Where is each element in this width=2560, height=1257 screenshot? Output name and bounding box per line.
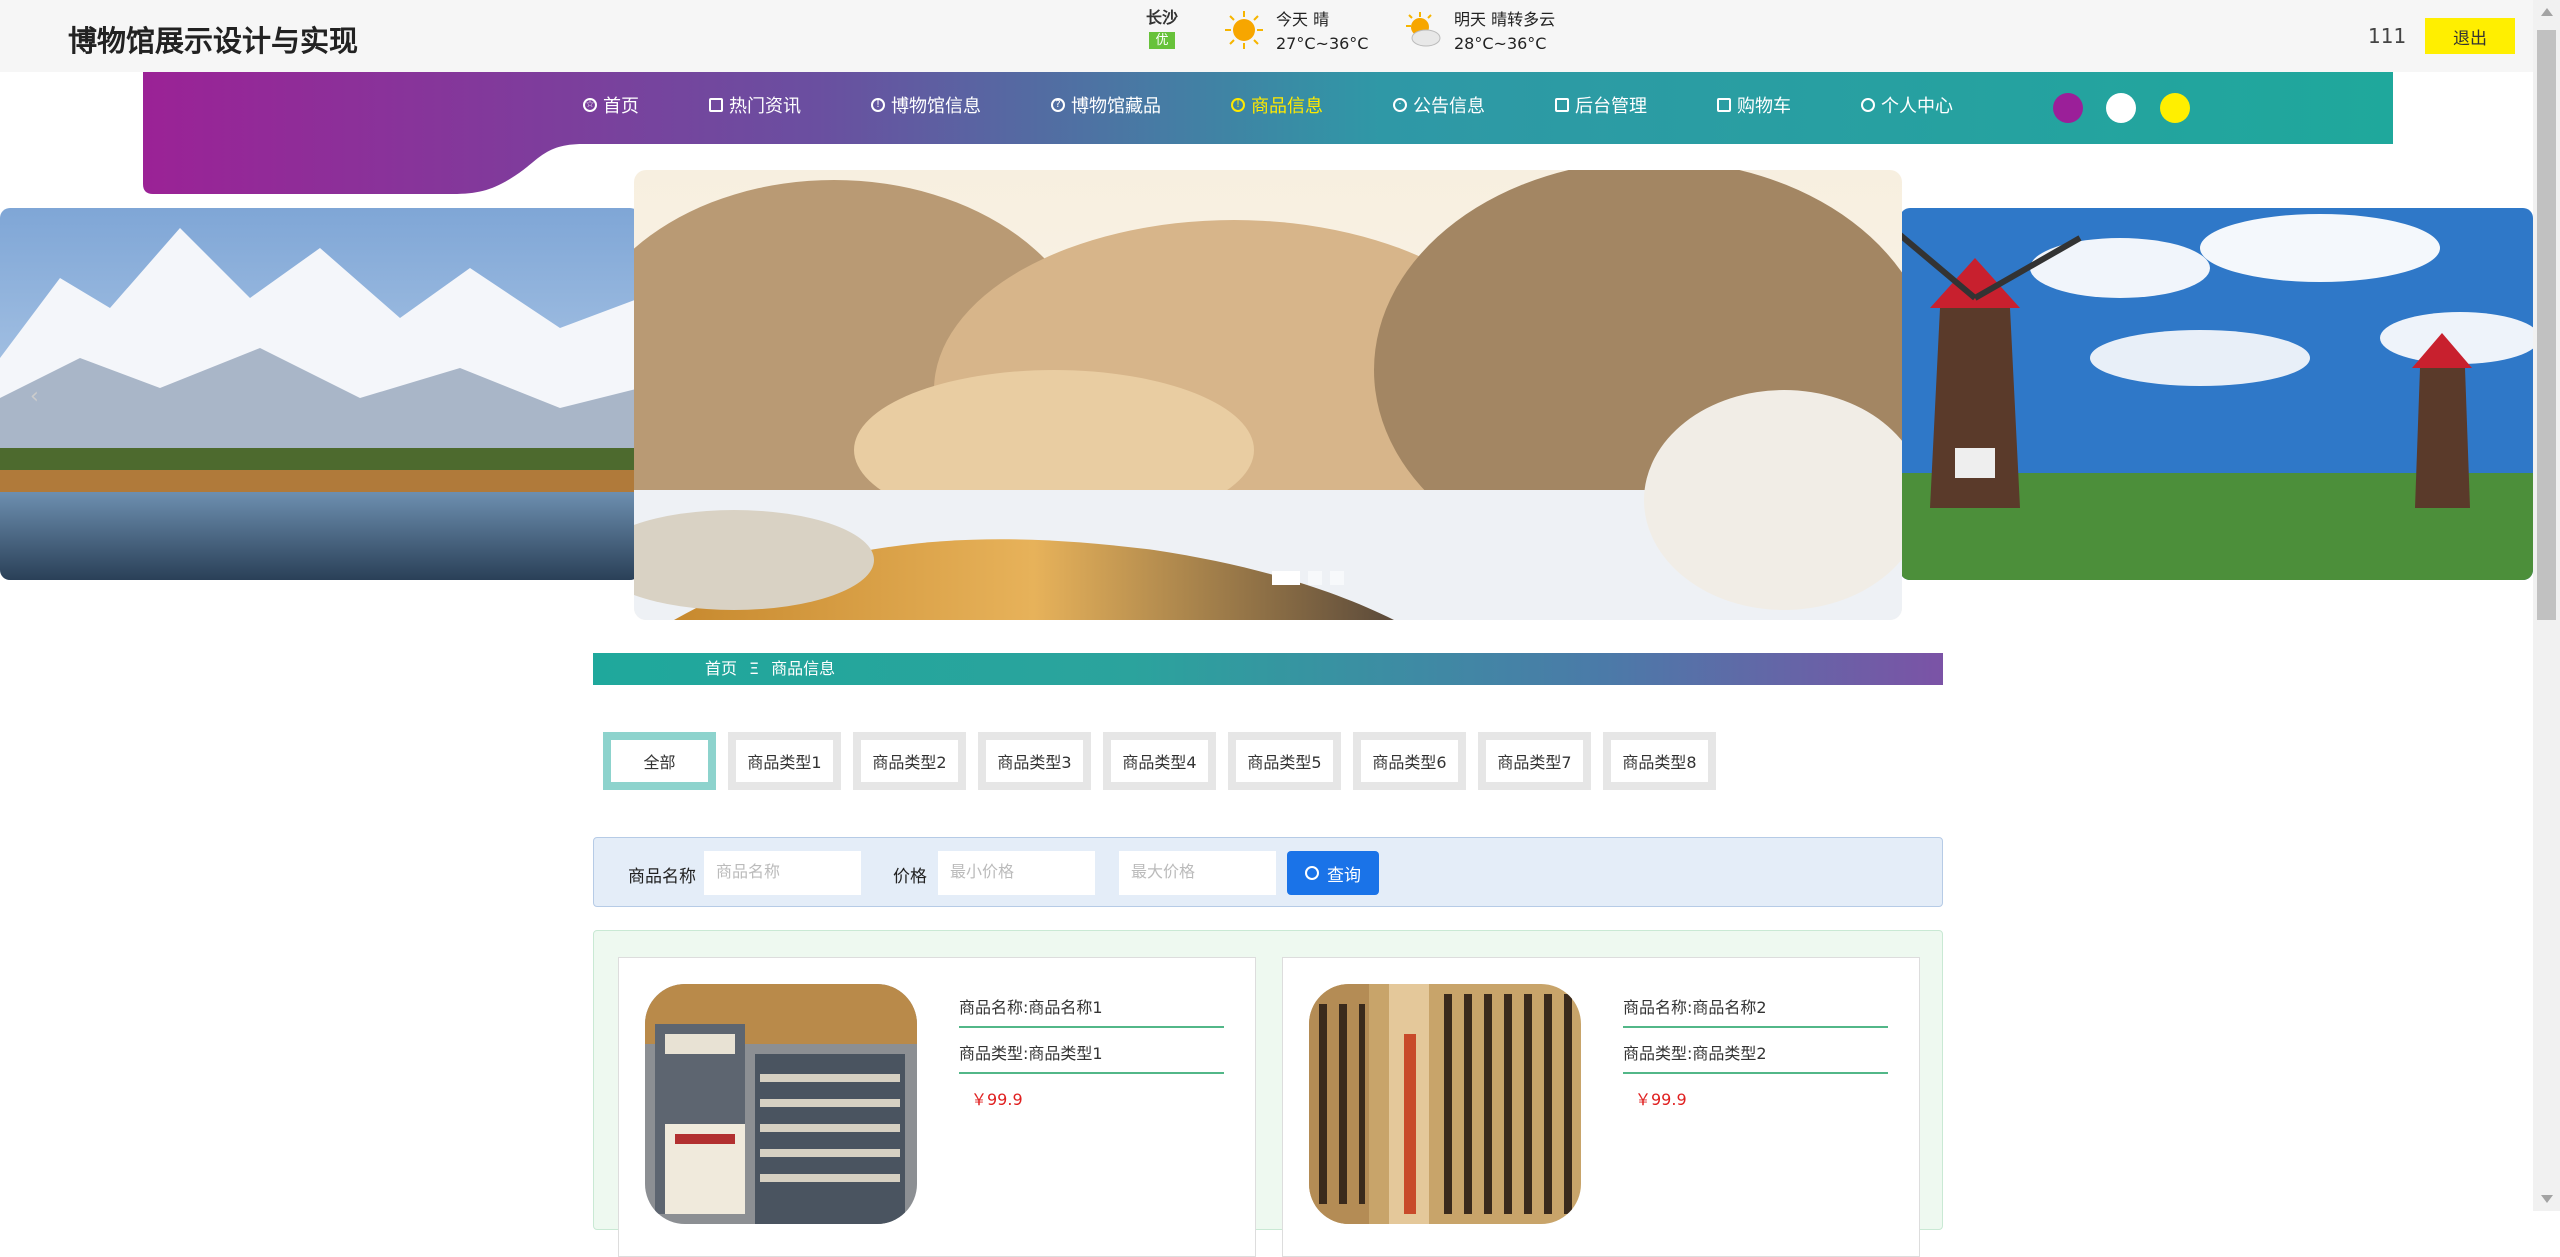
product-name-input[interactable]: [704, 851, 861, 895]
category-type-4[interactable]: 商品类型4: [1103, 732, 1216, 790]
product-image[interactable]: [1309, 984, 1581, 1224]
carousel-dot-3[interactable]: [1330, 571, 1344, 585]
product-name: 商品名称:商品名称1: [959, 994, 1224, 1028]
search-panel: 商品名称 价格 查询: [593, 837, 1943, 907]
price-label: 价格: [893, 867, 927, 887]
carousel-prev-arrow[interactable]: ‹: [30, 384, 39, 409]
nav-items: ☆ 首页 热门资讯 ! 博物馆信息 ? 博物馆藏品 ! 商品信息 · 公告信息 后台管理 …: [583, 92, 2023, 118]
min-price-input[interactable]: [938, 851, 1095, 895]
weather-tomorrow: 明天 晴转多云 28°C~36°C: [1402, 6, 1602, 56]
gift-icon: [1555, 98, 1569, 112]
nav-item-announcements[interactable]: · 公告信息: [1393, 92, 1485, 118]
product-price: ￥99.9: [1635, 1090, 1687, 1109]
carousel-slide-next[interactable]: [1900, 208, 2533, 580]
category-type-3[interactable]: 商品类型3: [978, 732, 1091, 790]
question-icon: ?: [1051, 98, 1065, 112]
product-list: 商品名称:商品名称1 商品类型:商品类型1 ￥99.9 商品名称:商品名称2 商…: [593, 930, 1943, 1257]
username: 111: [2368, 24, 2407, 48]
sun-icon: [1225, 11, 1263, 49]
category-filter: 全部 商品类型1 商品类型2 商品类型3 商品类型4 商品类型5 商品类型6 商…: [603, 732, 1728, 790]
nav-item-home[interactable]: ☆ 首页: [583, 92, 639, 118]
category-all[interactable]: 全部: [603, 732, 716, 790]
product-card[interactable]: 商品名称:商品名称2 商品类型:商品类型2 ￥99.9: [1282, 957, 1920, 1257]
theme-white-button[interactable]: [2106, 93, 2136, 123]
today-label: 今天: [1276, 10, 1309, 29]
theme-yellow-button[interactable]: [2160, 93, 2190, 123]
partly-cloudy-icon: [1406, 12, 1441, 47]
query-button[interactable]: 查询: [1287, 851, 1379, 895]
top-bar: 博物馆展示设计与实现 长沙 优 今天 晴 27°C~36°C 明天 晴转多云 2…: [0, 0, 2533, 72]
product-type: 商品类型:商品类型1: [959, 1040, 1224, 1074]
breadcrumb-current: 商品信息: [771, 659, 836, 678]
site-title: 博物馆展示设计与实现: [68, 24, 359, 58]
weather-city: 长沙 优: [1132, 4, 1192, 49]
category-type-1[interactable]: 商品类型1: [728, 732, 841, 790]
cart-icon: [1717, 98, 1731, 112]
star-icon: ☆: [583, 98, 597, 112]
category-type-2[interactable]: 商品类型2: [853, 732, 966, 790]
product-image[interactable]: [645, 984, 917, 1224]
today-condition: 晴: [1313, 10, 1330, 29]
carousel-dot-1[interactable]: [1272, 571, 1300, 585]
info-icon: !: [1231, 98, 1245, 112]
scroll-down-arrow[interactable]: [2541, 1195, 2553, 1203]
breadcrumb-home[interactable]: 首页: [705, 659, 737, 678]
bag-icon: [709, 98, 723, 112]
breadcrumb-separator: Ξ: [749, 659, 760, 678]
info-icon: !: [871, 98, 885, 112]
carousel-slide-prev[interactable]: [0, 208, 640, 580]
nav-item-collections[interactable]: ? 博物馆藏品: [1051, 92, 1161, 118]
city-name: 长沙: [1145, 8, 1178, 27]
product-name-label: 商品名称: [628, 867, 696, 887]
logout-button[interactable]: 退出: [2425, 18, 2515, 54]
nav-item-museum-info[interactable]: ! 博物馆信息: [871, 92, 981, 118]
theme-purple-button[interactable]: [2053, 93, 2083, 123]
nav-item-news[interactable]: 热门资讯: [709, 92, 801, 118]
user-icon: [1861, 98, 1875, 112]
breadcrumb: 首页 Ξ 商品信息: [593, 653, 1943, 685]
scroll-thumb[interactable]: [2537, 30, 2556, 620]
tomorrow-temp: 28°C~36°C: [1454, 34, 1547, 53]
carousel-dot-2[interactable]: [1308, 571, 1322, 585]
max-price-input[interactable]: [1119, 851, 1276, 895]
category-type-5[interactable]: 商品类型5: [1228, 732, 1341, 790]
product-name: 商品名称:商品名称2: [1623, 994, 1888, 1028]
product-price: ￥99.9: [971, 1090, 1023, 1109]
nav-item-admin[interactable]: 后台管理: [1555, 92, 1647, 118]
tomorrow-condition: 晴转多云: [1491, 10, 1556, 29]
product-card[interactable]: 商品名称:商品名称1 商品类型:商品类型1 ￥99.9: [618, 957, 1256, 1257]
carousel-slide-active[interactable]: [634, 170, 1902, 620]
category-type-6[interactable]: 商品类型6: [1353, 732, 1466, 790]
page-scrollbar[interactable]: [2533, 0, 2560, 1211]
carousel-indicators: [1272, 571, 1352, 585]
nav-item-profile[interactable]: 个人中心: [1861, 92, 1953, 118]
weather-today: 今天 晴 27°C~36°C: [1224, 6, 1384, 56]
tomorrow-label: 明天: [1454, 10, 1487, 29]
today-temp: 27°C~36°C: [1276, 34, 1369, 53]
nav-item-products[interactable]: ! 商品信息: [1231, 92, 1323, 118]
gear-icon: ·: [1393, 98, 1407, 112]
scroll-up-arrow[interactable]: [2541, 8, 2553, 16]
category-type-8[interactable]: 商品类型8: [1603, 732, 1716, 790]
category-type-7[interactable]: 商品类型7: [1478, 732, 1591, 790]
product-type: 商品类型:商品类型2: [1623, 1040, 1888, 1074]
nav-item-cart[interactable]: 购物车: [1717, 92, 1791, 118]
search-icon: [1305, 866, 1319, 880]
aqi-badge: 优: [1149, 32, 1175, 49]
